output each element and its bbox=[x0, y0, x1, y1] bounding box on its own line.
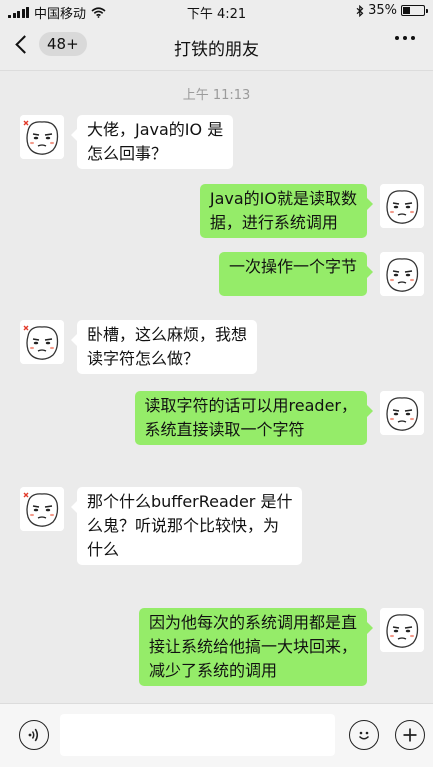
avatar[interactable] bbox=[380, 184, 424, 228]
message-sent: 读取字符的话可以用reader， 系统直接读取一个字符 bbox=[134, 391, 424, 445]
message-sent: 一次操作一个字节 bbox=[218, 252, 424, 296]
emoji-icon[interactable] bbox=[349, 720, 379, 750]
avatar[interactable] bbox=[380, 391, 424, 435]
message-received: 大佬，Java的IO 是 怎么回事？ bbox=[20, 115, 234, 169]
message-list[interactable]: 上午 11:13 大佬，Java的IO 是 怎么回事？ Java的IO就是读取数… bbox=[0, 71, 433, 703]
avatar[interactable] bbox=[20, 115, 64, 159]
more-icon[interactable] bbox=[395, 36, 415, 40]
message-bubble[interactable]: 一次操作一个字节 bbox=[218, 252, 374, 296]
avatar[interactable] bbox=[380, 252, 424, 296]
message-text: 一次操作一个字节 bbox=[228, 257, 357, 276]
message-bubble[interactable]: 那个什么bufferReader 是什 么鬼？听说那个比较快，为 什么 bbox=[70, 487, 303, 565]
meme-face-icon bbox=[20, 115, 64, 159]
message-text: 因为他每次的系统调用都是直 接让系统给他搞一大块回来， 减少了系统的调用 bbox=[148, 613, 357, 680]
avatar[interactable] bbox=[20, 487, 64, 531]
message-text: 那个什么bufferReader 是什 么鬼？听说那个比较快，为 什么 bbox=[87, 492, 293, 559]
message-bubble[interactable]: 大佬，Java的IO 是 怎么回事？ bbox=[70, 115, 234, 169]
message-bubble[interactable]: Java的IO就是读取数 据，进行系统调用 bbox=[199, 184, 374, 238]
message-bubble[interactable]: 卧槽，这么麻烦，我想 读字符怎么做？ bbox=[70, 320, 258, 374]
status-bar: 中国移动 下午 4:21 35% bbox=[0, 0, 433, 22]
plus-icon[interactable] bbox=[395, 720, 425, 750]
battery-fill bbox=[403, 7, 410, 14]
message-received: 卧槽，这么麻烦，我想 读字符怎么做？ bbox=[20, 320, 258, 374]
message-sent: 因为他每次的系统调用都是直 接让系统给他搞一大块回来， 减少了系统的调用 bbox=[138, 608, 424, 686]
message-received: 那个什么bufferReader 是什 么鬼？听说那个比较快，为 什么 bbox=[20, 487, 303, 565]
meme-face-icon bbox=[20, 487, 64, 531]
timestamp: 上午 11:13 bbox=[182, 88, 251, 103]
message-input[interactable] bbox=[60, 714, 335, 756]
voice-wave-icon bbox=[28, 728, 39, 742]
meme-face-icon bbox=[20, 320, 64, 364]
smile-face-icon bbox=[358, 731, 370, 740]
message-text: 卧槽，这么麻烦，我想 读字符怎么做？ bbox=[87, 325, 248, 368]
battery-icon bbox=[401, 5, 428, 16]
message-bubble[interactable]: 因为他每次的系统调用都是直 接让系统给他搞一大块回来， 减少了系统的调用 bbox=[138, 608, 374, 686]
message-text: Java的IO就是读取数 据，进行系统调用 bbox=[209, 189, 357, 232]
chat-title: 打铁的朋友 bbox=[174, 40, 259, 60]
bluetooth-icon bbox=[356, 4, 364, 17]
meme-face-icon bbox=[380, 184, 424, 228]
message-sent: Java的IO就是读取数 据，进行系统调用 bbox=[199, 184, 424, 238]
meme-face-icon bbox=[380, 608, 424, 652]
status-right: 35% bbox=[356, 3, 428, 18]
chat-screen: 中国移动 下午 4:21 35% 48+ 打铁的朋友 上午 11:13 大佬，J… bbox=[0, 0, 433, 767]
meme-face-icon bbox=[380, 391, 424, 435]
avatar[interactable] bbox=[380, 608, 424, 652]
avatar[interactable] bbox=[20, 320, 64, 364]
message-text: 读取字符的话可以用reader， 系统直接读取一个字符 bbox=[144, 396, 357, 439]
input-bar bbox=[0, 703, 433, 767]
plus-sign-icon bbox=[403, 728, 417, 742]
meme-face-icon bbox=[380, 252, 424, 296]
message-text: 大佬，Java的IO 是 怎么回事？ bbox=[87, 120, 224, 163]
nav-bar: 48+ 打铁的朋友 bbox=[0, 22, 433, 71]
message-bubble[interactable]: 读取字符的话可以用reader， 系统直接读取一个字符 bbox=[134, 391, 374, 445]
battery-percent: 35% bbox=[368, 3, 397, 18]
voice-icon[interactable] bbox=[19, 720, 49, 750]
